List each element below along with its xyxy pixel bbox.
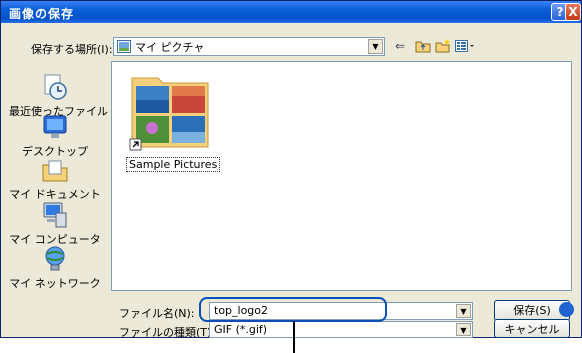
save-image-dialog: 画像の保存 ? X 保存する場所(I): マイ ピクチャ ▼ ⇐ 最近使ったファ… [0,0,582,339]
filetype-label: ファイルの種類(T): [119,326,216,339]
location-select[interactable]: マイ ピクチャ ▼ [113,37,385,56]
my-computer-icon [43,202,67,228]
filetype-value: GIF (*.gif) [214,323,268,336]
file-list[interactable]: Sample Pictures [111,61,572,291]
my-documents-icon [42,160,68,182]
sidebar-label: マイ ドキュメント [9,188,101,201]
folder-item[interactable]: Sample Pictures [126,68,221,172]
sidebar-item-my-documents[interactable]: マイ ドキュメント [9,156,101,202]
up-folder-icon[interactable] [415,39,431,53]
my-network-icon [45,246,65,271]
desktop-icon [43,115,67,138]
filename-highlight [199,297,387,322]
save-button-marker [559,302,574,317]
location-value: マイ ピクチャ [135,41,205,54]
cancel-button[interactable]: キャンセル [494,319,570,338]
chevron-down-icon[interactable]: ▼ [456,323,471,336]
recent-files-icon [44,74,67,100]
close-button[interactable]: X [565,3,581,21]
my-pictures-icon [117,40,131,53]
sidebar-item-my-computer[interactable]: マイ コンピュータ [9,201,101,247]
view-menu-icon[interactable] [455,39,475,53]
filetype-select[interactable]: GIF (*.gif) ▼ [209,321,473,338]
folder-name: Sample Pictures [126,157,221,172]
save-button-label: 保存(S) [513,304,551,317]
location-label: 保存する場所(I): [31,43,113,56]
new-folder-icon[interactable] [435,39,451,53]
sidebar-item-my-network[interactable]: マイ ネットワーク [9,245,101,291]
window-title: 画像の保存 [9,7,75,21]
sidebar-label: マイ ネットワーク [9,277,101,290]
callout-pointer [293,321,295,353]
sidebar-item-desktop[interactable]: デスクトップ [9,113,101,159]
folder-icon [129,77,209,151]
filename-label: ファイル名(N): [119,307,195,320]
chevron-down-icon[interactable]: ▼ [456,304,471,318]
back-icon[interactable]: ⇐ [395,39,405,53]
cancel-button-label: キャンセル [504,323,560,336]
chevron-down-icon[interactable]: ▼ [368,39,383,54]
title-bar[interactable]: 画像の保存 ? X [1,1,581,23]
